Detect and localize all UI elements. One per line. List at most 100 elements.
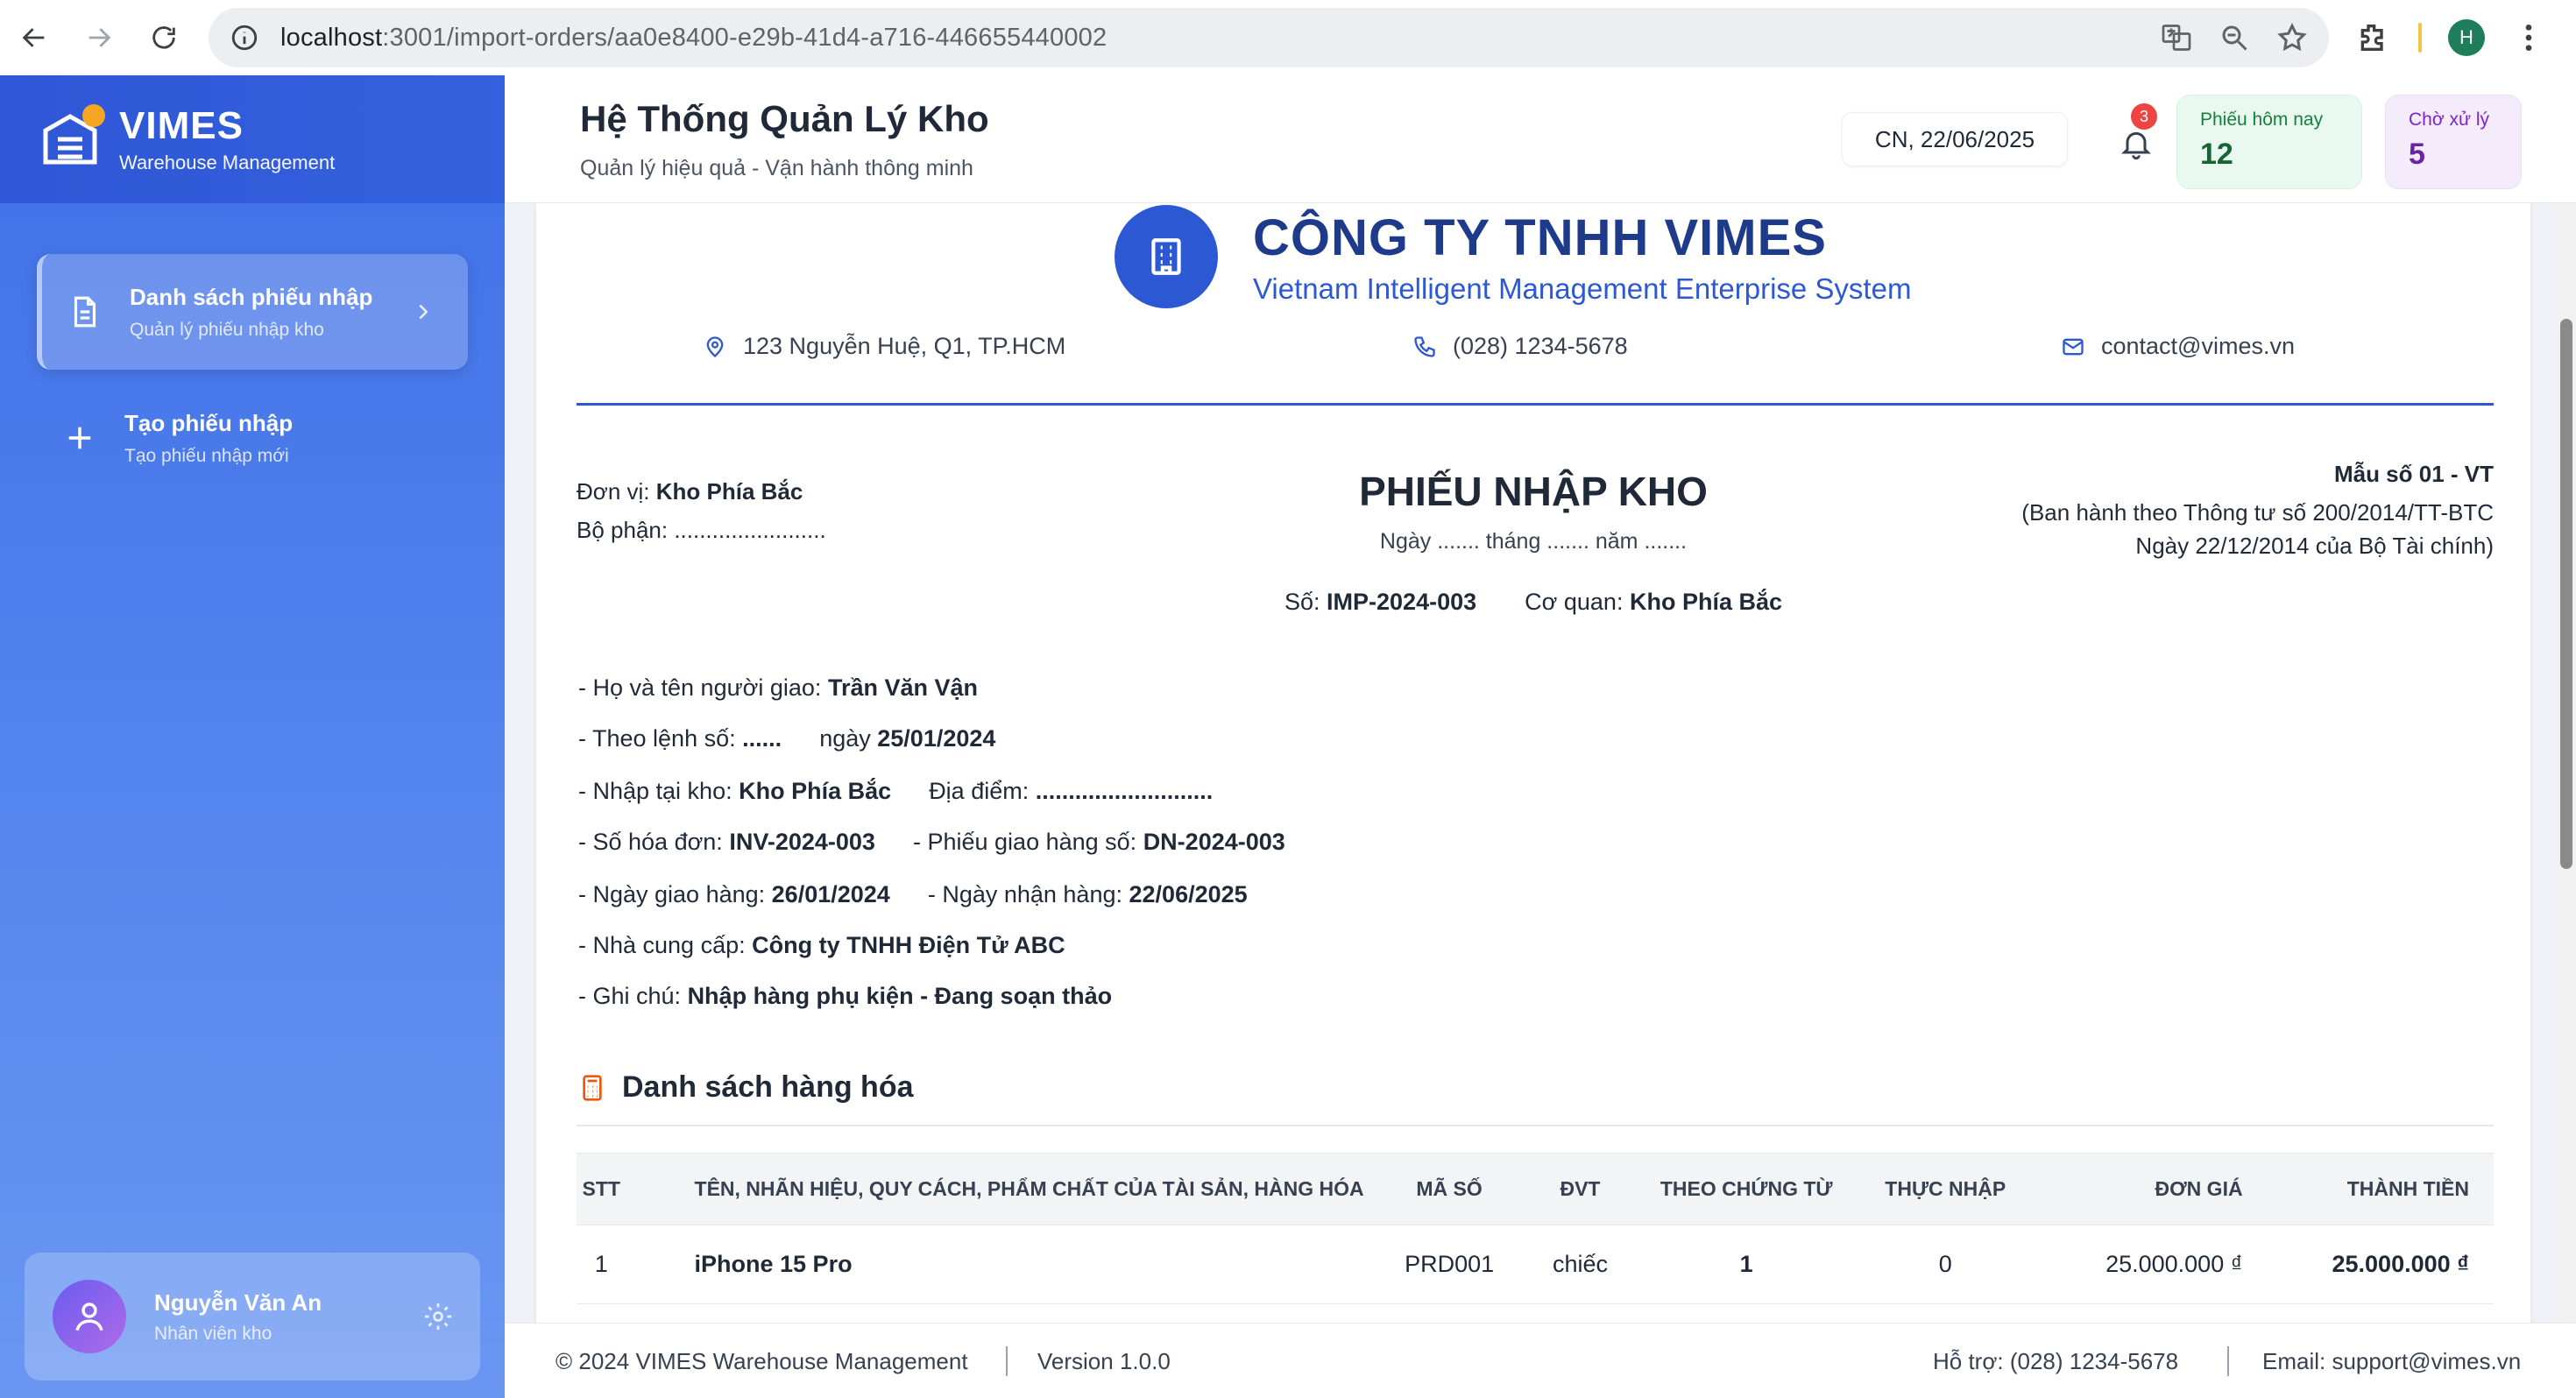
order-value: ......	[742, 725, 782, 752]
stat-value: 12	[2200, 138, 2233, 171]
top-header: Hệ Thống Quản Lý Kho Quản lý hiệu quả - …	[505, 75, 2576, 203]
sidebar-item-label: Danh sách phiếu nhập	[130, 283, 373, 310]
footer-version: Version 1.0.0	[1037, 1348, 1171, 1374]
bell-icon	[2121, 131, 2151, 160]
bookmark-star-icon[interactable]	[2276, 22, 2308, 53]
footer: © 2024 VIMES Warehouse Management Versio…	[505, 1323, 2576, 1398]
more-menu-icon[interactable]	[2511, 20, 2546, 55]
main-content: CÔNG TY TNHH VIMES Vietnam Intelligent M…	[505, 203, 2576, 1323]
invoice-label: - Số hóa đơn:	[578, 829, 723, 855]
company-email: contact@vimes.vn	[2061, 333, 2295, 360]
col-unit-price: ĐƠN GIÁ	[2042, 1153, 2268, 1225]
reload-button[interactable]	[133, 7, 195, 68]
extensions-icon[interactable]	[2355, 20, 2390, 55]
company-name: CÔNG TY TNHH VIMES	[1253, 208, 1827, 266]
address-bar[interactable]: localhost:3001/import-orders/aa0e8400-e2…	[209, 8, 2329, 67]
toolbar-separator	[2418, 23, 2422, 53]
order-date-label: ngày	[819, 725, 871, 752]
company-header: CÔNG TY TNHH VIMES Vietnam Intelligent M…	[1115, 205, 1911, 308]
deliverer-line: - Họ và tên người giao: Trần Văn Vận	[578, 674, 978, 702]
current-date: CN, 22/06/2025	[1842, 112, 2068, 166]
mail-icon	[2063, 338, 2084, 355]
number-value: IMP-2024-003	[1327, 589, 1477, 615]
form-code: Mẫu số 01 - VT	[2333, 461, 2494, 487]
arrow-left-icon	[22, 28, 45, 47]
sidebar-item-import-list[interactable]: Danh sách phiếu nhập Quản lý phiếu nhập …	[37, 254, 468, 370]
brand-name: VIMES	[119, 104, 244, 147]
note-line: - Ghi chú: Nhập hàng phụ kiện - Đang soạ…	[578, 983, 1112, 1010]
import-slip-document: CÔNG TY TNHH VIMES Vietnam Intelligent M…	[536, 203, 2530, 1323]
sidebar-item-label: Tạo phiếu nhập	[124, 409, 294, 436]
col-unit: ĐVT	[1515, 1153, 1645, 1225]
cell-amount: 25.000.000 ₫	[2267, 1225, 2494, 1304]
user-avatar	[53, 1280, 126, 1353]
document-icon	[74, 296, 96, 328]
scrollbar[interactable]	[2557, 203, 2576, 1323]
invoice-value: INV-2024-003	[729, 829, 875, 855]
stat-label: Chờ xử lý	[2409, 109, 2490, 130]
phone-text: (028) 1234-5678	[1453, 333, 1628, 359]
back-button[interactable]	[4, 7, 65, 68]
table-row[interactable]: 1 iPhone 15 Pro PRD001 chiếc 1 0 25.000.…	[577, 1225, 2494, 1304]
sidebar-item-sublabel: Tạo phiếu nhập mới	[124, 445, 289, 466]
cell-doc-qty: 1	[1645, 1225, 1849, 1304]
cell-unit-price: 25.000.000 ₫	[2042, 1225, 2268, 1304]
profile-avatar[interactable]: H	[2448, 19, 2485, 56]
chevron-right-icon	[419, 304, 428, 320]
note-value: Nhập hàng phụ kiện - Đang soạn thảo	[687, 983, 1113, 1009]
footer-copyright: © 2024 VIMES Warehouse Management	[556, 1348, 968, 1374]
warehouse-line: - Nhập tại kho: Kho Phía Bắc Địa điểm: .…	[578, 778, 1213, 805]
invoice-line: - Số hóa đơn: INV-2024-003 - Phiếu giao …	[578, 829, 1285, 856]
agency-label: Cơ quan:	[1525, 589, 1624, 615]
deliverer-label: - Họ và tên người giao:	[578, 674, 822, 701]
footer-email: Email: support@vimes.vn	[2262, 1348, 2522, 1374]
form-note-1: (Ban hành theo Thông tư số 200/2014/TT-B…	[2021, 499, 2494, 526]
brand-subtitle: Warehouse Management	[119, 152, 336, 173]
cell-code: PRD001	[1383, 1225, 1516, 1304]
url-path: :3001/import-orders/aa0e8400-e29b-41d4-a…	[382, 23, 1108, 52]
sidebar-item-sublabel: Quản lý phiếu nhập kho	[130, 319, 324, 340]
number-label: Số:	[1284, 589, 1320, 615]
cell-name: iPhone 15 Pro	[626, 1225, 1384, 1304]
stat-pending: Chờ xử lý 5	[2385, 95, 2522, 189]
col-amount: THÀNH TIỀN	[2267, 1153, 2494, 1225]
site-info-icon[interactable]	[230, 23, 259, 53]
order-line: - Theo lệnh số: ...... ngày 25/01/2024	[578, 725, 995, 752]
deliverer-value: Trần Văn Vận	[827, 674, 979, 701]
gear-icon[interactable]	[422, 1301, 454, 1332]
reload-icon	[152, 26, 175, 49]
sidebar-item-create-import[interactable]: Tạo phiếu nhập Tạo phiếu nhập mới	[37, 380, 468, 496]
calculator-icon	[583, 1074, 602, 1101]
email-text: contact@vimes.vn	[2101, 333, 2295, 359]
col-actual-qty: THỰC NHẬP	[1848, 1153, 2043, 1225]
sidebar: VIMES Warehouse Management Danh sách phi…	[0, 75, 505, 1398]
browser-toolbar: localhost:3001/import-orders/aa0e8400-e2…	[0, 0, 2576, 75]
address-text: 123 Nguyễn Huệ, Q1, TP.HCM	[743, 333, 1066, 359]
delivery-date-label: - Ngày giao hàng:	[578, 881, 766, 907]
plus-icon	[68, 427, 91, 449]
delivery-note-label: - Phiếu giao hàng số:	[912, 829, 1137, 855]
url-host: localhost	[280, 23, 383, 52]
sidebar-brand[interactable]: VIMES Warehouse Management	[0, 75, 505, 203]
form-note-2: Ngày 22/12/2014 của Bộ Tài chính)	[2135, 533, 2494, 559]
phone-icon	[1414, 335, 1435, 357]
company-address: 123 Nguyễn Huệ, Q1, TP.HCM	[703, 333, 1065, 360]
stat-value: 5	[2409, 138, 2425, 171]
zoom-icon[interactable]	[2219, 22, 2250, 53]
delivery-date-line: - Ngày giao hàng: 26/01/2024 - Ngày nhận…	[578, 881, 1248, 908]
url-text[interactable]: localhost:3001/import-orders/aa0e8400-e2…	[280, 24, 2134, 53]
forward-button[interactable]	[68, 7, 130, 68]
translate-icon[interactable]	[2161, 22, 2192, 53]
user-card[interactable]: Nguyễn Văn An Nhân viên kho	[25, 1253, 480, 1380]
goods-section-header: Danh sách hàng hóa	[578, 1070, 914, 1105]
cell-stt: 1	[577, 1225, 626, 1304]
supplier-line: - Nhà cung cấp: Công ty TNHH Điện Tử ABC	[578, 932, 1065, 959]
header-divider	[577, 403, 2494, 406]
scrollbar-thumb[interactable]	[2560, 319, 2572, 869]
brand-logo	[39, 104, 105, 171]
receive-date-value: 22/06/2025	[1129, 881, 1248, 907]
user-icon	[75, 1303, 103, 1331]
document-number-line: Số: IMP-2024-003 Cơ quan: Kho Phía Bắc	[536, 589, 2530, 616]
stat-today-slips: Phiếu hôm nay 12	[2176, 95, 2362, 189]
warehouse-label: - Nhập tại kho:	[578, 778, 732, 804]
